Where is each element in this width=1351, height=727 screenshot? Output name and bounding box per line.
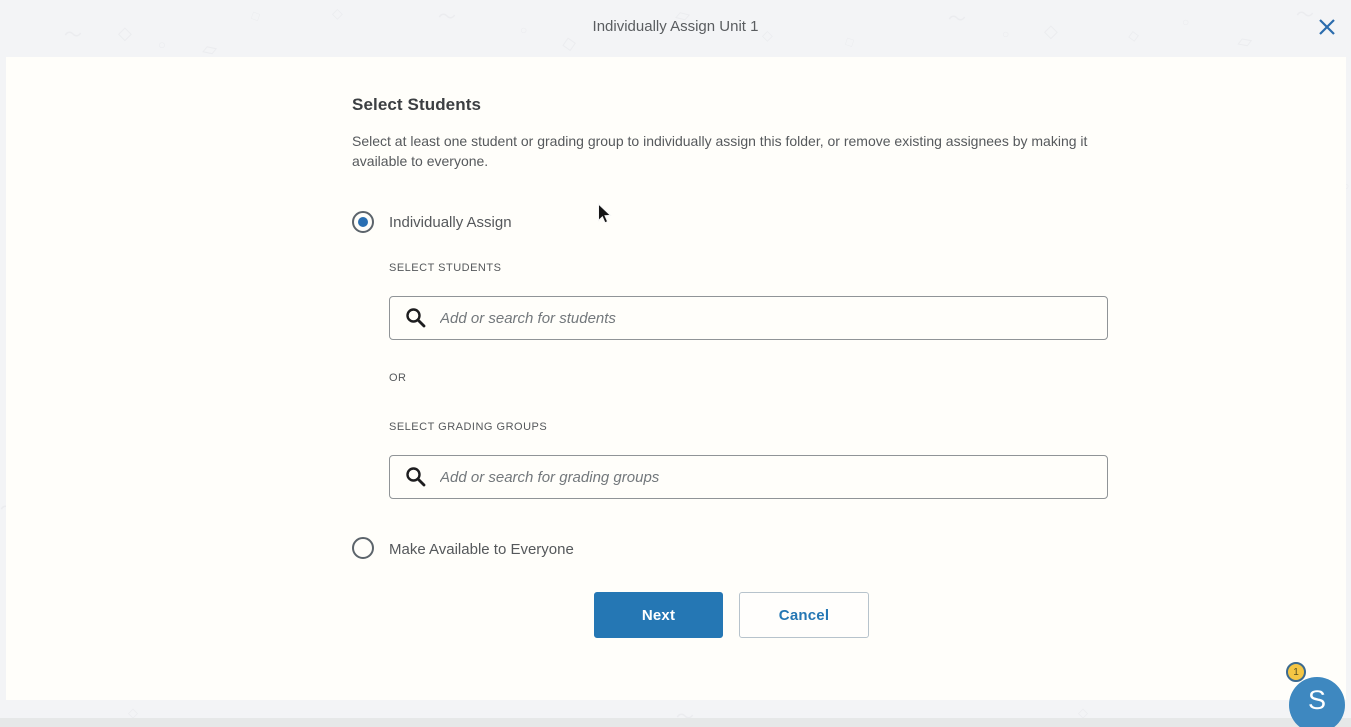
instructions-text: Select at least one student or grading g… xyxy=(352,132,1108,171)
page-title: Select Students xyxy=(352,95,481,115)
radio-individually-assign-label[interactable]: Individually Assign xyxy=(389,214,512,231)
grading-groups-search-field xyxy=(389,455,1108,499)
modal-title: Individually Assign Unit 1 xyxy=(0,18,1351,35)
select-grading-groups-label: SELECT GRADING GROUPS xyxy=(389,421,547,433)
bottom-edge-strip xyxy=(0,718,1351,727)
select-students-label: SELECT STUDENTS xyxy=(389,262,501,274)
radio-make-available-everyone-label[interactable]: Make Available to Everyone xyxy=(389,541,574,558)
students-search-field xyxy=(389,296,1108,340)
radio-make-available-everyone[interactable] xyxy=(352,537,374,559)
close-button[interactable] xyxy=(1312,12,1342,42)
avatar[interactable]: S xyxy=(1289,677,1345,727)
or-label: OR xyxy=(389,372,407,384)
assign-modal-page: { "modal": { "title": "Individually Assi… xyxy=(0,0,1351,727)
students-search-input[interactable] xyxy=(389,296,1108,340)
cancel-button[interactable]: Cancel xyxy=(739,592,869,638)
next-button[interactable]: Next xyxy=(594,592,723,638)
notification-badge: 1 xyxy=(1286,662,1306,682)
grading-groups-search-input[interactable] xyxy=(389,455,1108,499)
close-icon xyxy=(1316,16,1338,38)
radio-individually-assign[interactable] xyxy=(352,211,374,233)
